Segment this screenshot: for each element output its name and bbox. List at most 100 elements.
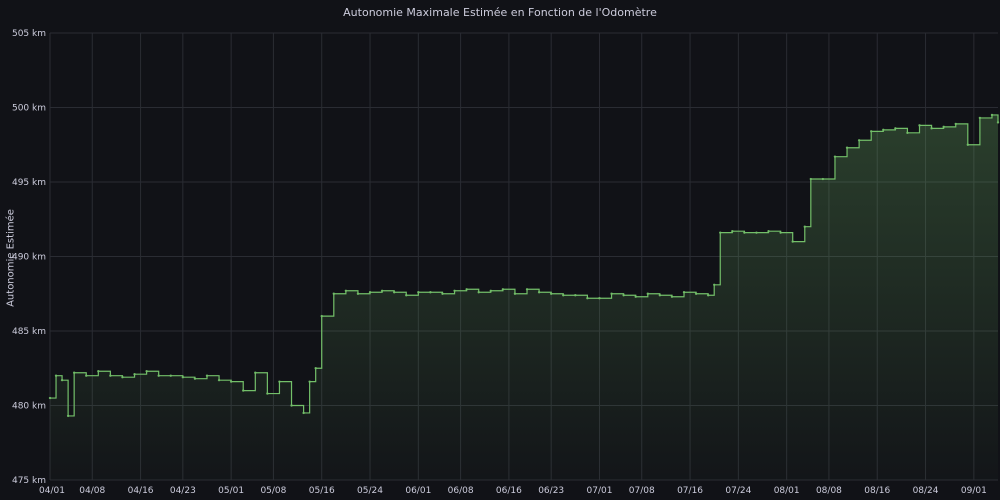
data-point — [809, 177, 813, 181]
y-tick-label: 505 km — [12, 29, 46, 39]
y-axis: 475 km 480 km 485 km 490 km 495 km 500 km 505 … — [12, 29, 46, 486]
x-tick-label: 08/16 — [864, 486, 890, 496]
data-point — [598, 297, 601, 300]
series-area-fill — [50, 114, 998, 480]
data-point — [833, 155, 837, 158]
data-point — [302, 411, 305, 415]
data-point — [441, 292, 444, 295]
x-tick-label: 05/16 — [309, 486, 335, 496]
x-tick-label: 08/24 — [913, 486, 939, 496]
series-area — [50, 114, 998, 480]
y-tick-label: 500 km — [12, 104, 46, 114]
data-point — [242, 389, 245, 392]
data-point — [332, 292, 335, 295]
data-point — [465, 288, 468, 291]
data-point — [857, 139, 861, 142]
x-tick-label: 06/23 — [538, 486, 564, 496]
data-point — [894, 127, 897, 130]
data-point — [513, 292, 517, 295]
chart-panel: Autonomie Maximale Estimée en Fonction d… — [0, 0, 1000, 500]
data-point — [368, 291, 372, 294]
x-tick-label: 08/01 — [774, 486, 800, 496]
data-point — [930, 127, 933, 130]
data-point — [996, 121, 1000, 124]
x-tick-label: 06/01 — [405, 486, 431, 496]
data-point — [278, 380, 281, 383]
data-point — [356, 292, 360, 295]
data-point — [60, 378, 64, 382]
data-point — [791, 240, 794, 243]
data-point — [731, 229, 734, 233]
data-point — [918, 124, 921, 127]
x-tick-label: 08/08 — [816, 486, 842, 496]
x-tick-label: 07/16 — [677, 486, 703, 496]
data-point — [719, 231, 722, 234]
data-point — [66, 414, 70, 418]
data-point — [670, 295, 674, 298]
data-point — [906, 131, 909, 135]
data-point — [193, 377, 197, 380]
data-point — [72, 371, 76, 374]
data-point — [97, 370, 100, 373]
data-point — [85, 374, 88, 377]
data-point — [658, 294, 662, 297]
data-point — [646, 292, 649, 295]
data-point — [803, 225, 806, 228]
data-point — [205, 374, 209, 377]
data-point — [743, 231, 746, 234]
data-point — [755, 231, 758, 234]
data-point — [157, 374, 160, 377]
y-tick-label: 480 km — [12, 402, 46, 412]
y-tick-label: 475 km — [12, 476, 46, 486]
data-point — [109, 374, 112, 377]
y-tick-label: 495 km — [12, 178, 46, 188]
data-point — [229, 380, 233, 383]
data-point — [266, 392, 269, 395]
x-tick-label: 04/16 — [128, 486, 154, 496]
data-point — [169, 374, 172, 377]
x-tick-label: 04/01 — [39, 486, 65, 496]
data-point — [54, 374, 58, 377]
y-tick-label: 485 km — [12, 327, 46, 337]
data-point — [574, 294, 577, 297]
data-point — [48, 396, 52, 400]
data-point — [610, 292, 613, 295]
data-point — [706, 294, 710, 297]
data-point — [344, 289, 348, 292]
data-point — [380, 289, 384, 292]
data-point — [525, 288, 529, 291]
y-tick-label: 490 km — [12, 253, 46, 263]
data-point — [767, 229, 770, 233]
data-point — [779, 231, 782, 234]
data-point — [954, 122, 957, 126]
data-point — [501, 288, 505, 291]
data-point — [634, 295, 637, 298]
data-point — [217, 378, 221, 382]
data-point — [320, 314, 323, 318]
x-tick-label: 06/16 — [496, 486, 522, 496]
data-point — [181, 375, 185, 379]
data-point — [586, 297, 589, 300]
data-point — [254, 371, 257, 374]
data-point — [549, 292, 553, 295]
data-point — [145, 370, 148, 373]
data-point — [290, 404, 293, 407]
data-point — [429, 291, 432, 294]
data-point — [990, 113, 994, 117]
data-point — [821, 177, 825, 181]
x-tick-label: 05/08 — [260, 486, 286, 496]
data-point — [622, 294, 625, 297]
data-point — [314, 367, 317, 370]
data-point — [978, 116, 982, 120]
x-tick-label: 04/23 — [170, 486, 196, 496]
data-point — [882, 128, 885, 132]
x-tick-label: 07/08 — [629, 486, 655, 496]
x-tick-label: 09/01 — [961, 486, 987, 496]
data-point — [417, 291, 420, 294]
data-point — [392, 291, 396, 294]
data-point — [713, 283, 716, 287]
x-tick-label: 05/01 — [218, 486, 244, 496]
x-axis: 04/01 04/08 04/16 04/23 05/01 05/08 05/16 05/24… — [39, 486, 987, 496]
data-point — [537, 291, 541, 294]
data-point — [405, 294, 408, 297]
